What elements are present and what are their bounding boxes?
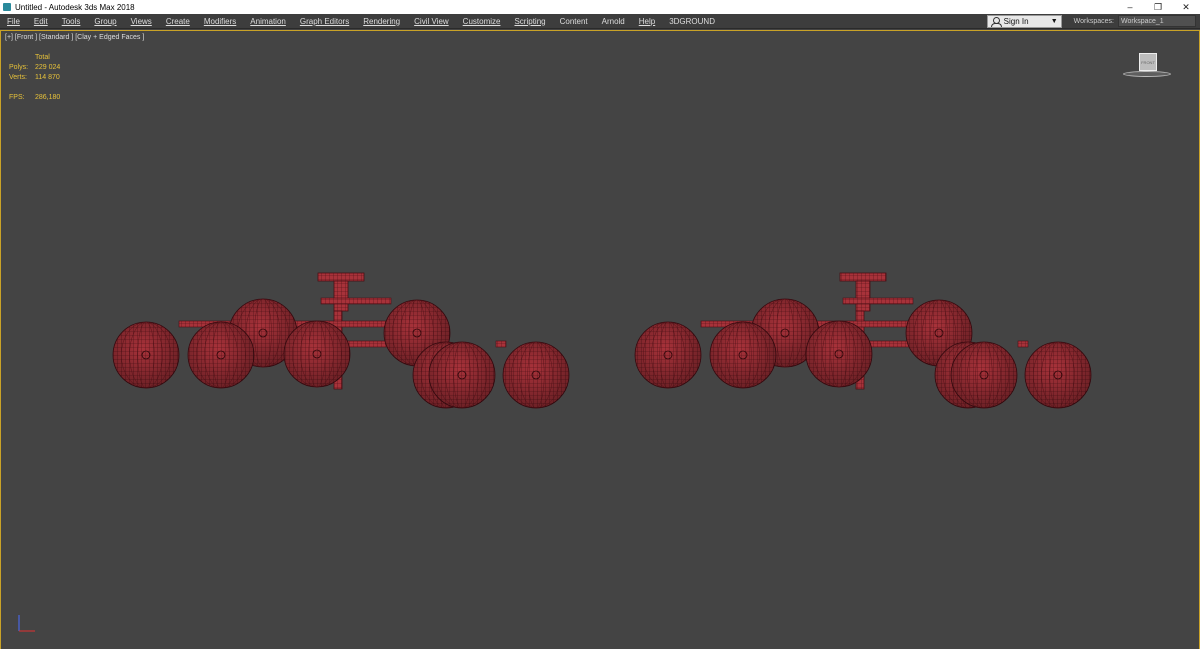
canopy-stem bbox=[333, 280, 349, 312]
canopy-stem bbox=[855, 280, 871, 312]
chevron-down-icon: ▼ bbox=[1050, 17, 1058, 25]
menu-edit[interactable]: Edit bbox=[27, 17, 55, 26]
app-icon bbox=[3, 3, 11, 11]
menu-views[interactable]: Views bbox=[124, 17, 159, 26]
menu-tools[interactable]: Tools bbox=[55, 17, 88, 26]
sign-in-label: Sign In bbox=[1003, 16, 1029, 26]
front-viewport[interactable]: [+] [Front ] [Standard ] [Clay + Edged F… bbox=[0, 30, 1200, 649]
chandelier-model-right[interactable] bbox=[634, 272, 1092, 409]
chandelier-model-left[interactable] bbox=[112, 272, 570, 409]
menu-arnold[interactable]: Arnold bbox=[595, 17, 632, 26]
globe-shading bbox=[1025, 342, 1091, 408]
canopy bbox=[317, 272, 365, 282]
minimize-button[interactable]: – bbox=[1116, 0, 1144, 14]
arm-rod bbox=[495, 340, 507, 348]
menu-bar: File Edit Tools Group Views Create Modif… bbox=[0, 14, 1200, 29]
restore-button[interactable]: ❐ bbox=[1144, 0, 1172, 14]
close-button[interactable]: ✕ bbox=[1172, 0, 1200, 14]
arm-rod bbox=[842, 297, 914, 305]
menu-group[interactable]: Group bbox=[87, 17, 123, 26]
workspaces-label: Workspaces: bbox=[1073, 17, 1114, 25]
globe-shading bbox=[429, 342, 495, 408]
title-bar: Untitled - Autodesk 3ds Max 2018 – ❐ ✕ bbox=[0, 0, 1200, 14]
arm-rod bbox=[1017, 340, 1029, 348]
globe-shading bbox=[284, 321, 350, 387]
menu-civil-view[interactable]: Civil View bbox=[407, 17, 456, 26]
globe-shading bbox=[503, 342, 569, 408]
menu-graph-editors[interactable]: Graph Editors bbox=[293, 17, 356, 26]
scene-canvas bbox=[112, 272, 1092, 409]
canopy bbox=[839, 272, 887, 282]
workspace-select[interactable]: Workspace_1 bbox=[1118, 15, 1196, 27]
menu-animation[interactable]: Animation bbox=[243, 17, 293, 26]
globe-shading bbox=[188, 322, 254, 388]
window-controls: – ❐ ✕ bbox=[1116, 0, 1200, 14]
menu-create[interactable]: Create bbox=[159, 17, 197, 26]
menu-content[interactable]: Content bbox=[553, 17, 595, 26]
globe-shading bbox=[806, 321, 872, 387]
arm-rod bbox=[320, 297, 392, 305]
menu-customize[interactable]: Customize bbox=[456, 17, 508, 26]
user-icon bbox=[990, 16, 1002, 27]
globe-shading bbox=[113, 322, 179, 388]
axis-gizmo bbox=[18, 615, 35, 632]
globe-shading bbox=[951, 342, 1017, 408]
globe-shading bbox=[710, 322, 776, 388]
menu-scripting[interactable]: Scripting bbox=[507, 17, 552, 26]
menu-modifiers[interactable]: Modifiers bbox=[197, 17, 243, 26]
globe-shading bbox=[635, 322, 701, 388]
menu-help[interactable]: Help bbox=[632, 17, 662, 26]
menu-rendering[interactable]: Rendering bbox=[356, 17, 407, 26]
menu-file[interactable]: File bbox=[0, 17, 27, 26]
menu-3dground[interactable]: 3DGROUND bbox=[662, 17, 722, 26]
window-title: Untitled - Autodesk 3ds Max 2018 bbox=[15, 2, 135, 12]
sign-in-dropdown[interactable]: Sign In ▼ bbox=[986, 14, 1062, 28]
